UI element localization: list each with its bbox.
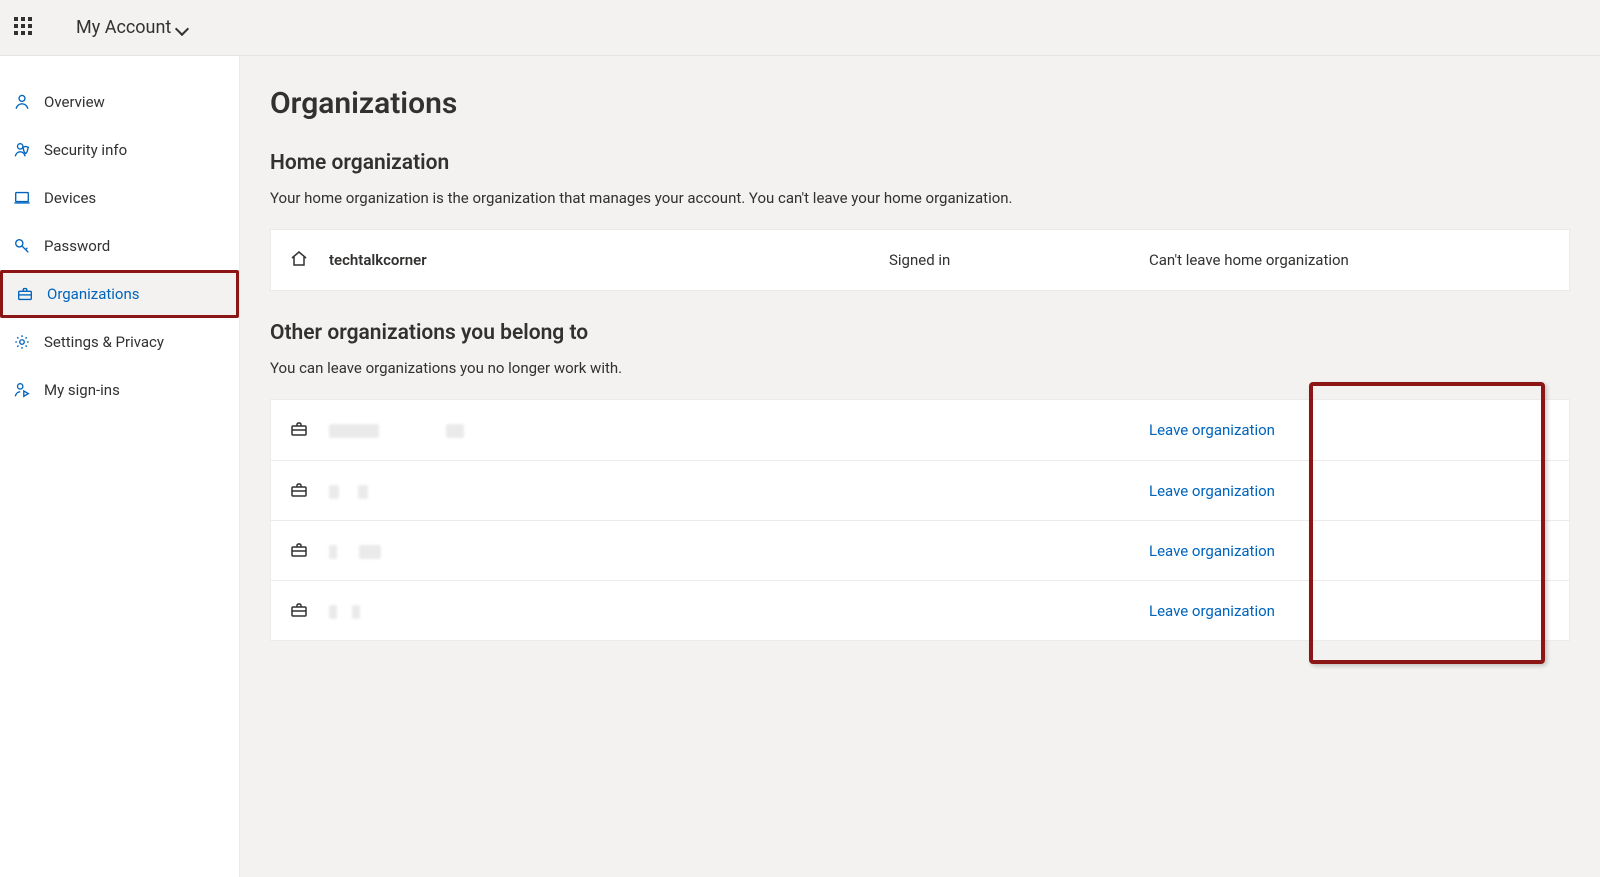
home-icon: [289, 249, 311, 271]
sidebar-item-label: Organizations: [47, 285, 140, 303]
home-org-name: techtalkcorner: [329, 251, 889, 269]
sidebar-item-overview[interactable]: Overview: [0, 78, 239, 126]
gear-icon: [12, 332, 32, 352]
sidebar: Overview Security info Devices: [0, 56, 240, 877]
person-icon: [12, 92, 32, 112]
chevron-down-icon: [177, 22, 189, 34]
account-switcher-label: My Account: [76, 17, 171, 38]
home-org-row: techtalkcorner Signed in Can't leave hom…: [271, 230, 1569, 290]
home-org-title: Home organization: [270, 151, 1600, 175]
other-org-row: Leave organization: [271, 520, 1569, 580]
signins-icon: [12, 380, 32, 400]
sidebar-item-devices[interactable]: Devices: [0, 174, 239, 222]
briefcase-icon: [289, 600, 311, 622]
home-org-card: techtalkcorner Signed in Can't leave hom…: [270, 229, 1570, 291]
security-icon: [12, 140, 32, 160]
briefcase-icon: [289, 540, 311, 562]
sidebar-item-settings-privacy[interactable]: Settings & Privacy: [0, 318, 239, 366]
sidebar-item-label: Settings & Privacy: [44, 333, 164, 351]
page-title: Organizations: [270, 86, 1600, 121]
briefcase-icon: [15, 284, 35, 304]
sidebar-item-organizations[interactable]: Organizations: [0, 270, 239, 318]
other-orgs-title: Other organizations you belong to: [270, 321, 1600, 345]
leave-organization-link[interactable]: Leave organization: [1149, 542, 1545, 560]
device-icon: [12, 188, 32, 208]
home-org-status: Signed in: [889, 251, 1149, 269]
other-org-row: Leave organization: [271, 400, 1569, 460]
sidebar-item-label: Security info: [44, 141, 127, 159]
home-org-desc: Your home organization is the organizati…: [270, 189, 1170, 207]
other-org-name: [329, 421, 889, 439]
leave-organization-link[interactable]: Leave organization: [1149, 421, 1545, 439]
other-org-row: Leave organization: [271, 460, 1569, 520]
sidebar-item-label: Devices: [44, 189, 96, 207]
other-orgs-card: Leave organization Leave organization: [270, 399, 1570, 641]
other-org-name: [329, 602, 889, 620]
key-icon: [12, 236, 32, 256]
main-content: Organizations Home organization Your hom…: [240, 56, 1600, 877]
sidebar-item-password[interactable]: Password: [0, 222, 239, 270]
leave-organization-link[interactable]: Leave organization: [1149, 602, 1545, 620]
other-org-name: [329, 482, 889, 500]
leave-organization-link[interactable]: Leave organization: [1149, 482, 1545, 500]
other-orgs-desc: You can leave organizations you no longe…: [270, 359, 1170, 377]
account-switcher[interactable]: My Account: [76, 17, 189, 38]
sidebar-item-security-info[interactable]: Security info: [0, 126, 239, 174]
sidebar-item-label: Overview: [44, 93, 105, 111]
app-launcher-icon[interactable]: [14, 17, 36, 39]
sidebar-item-label: Password: [44, 237, 110, 255]
briefcase-icon: [289, 419, 311, 441]
other-org-row: Leave organization: [271, 580, 1569, 640]
other-org-name: [329, 542, 889, 560]
top-header: My Account: [0, 0, 1600, 56]
sidebar-item-label: My sign-ins: [44, 381, 120, 399]
sidebar-item-my-signins[interactable]: My sign-ins: [0, 366, 239, 414]
briefcase-icon: [289, 480, 311, 502]
home-org-action: Can't leave home organization: [1149, 251, 1545, 269]
